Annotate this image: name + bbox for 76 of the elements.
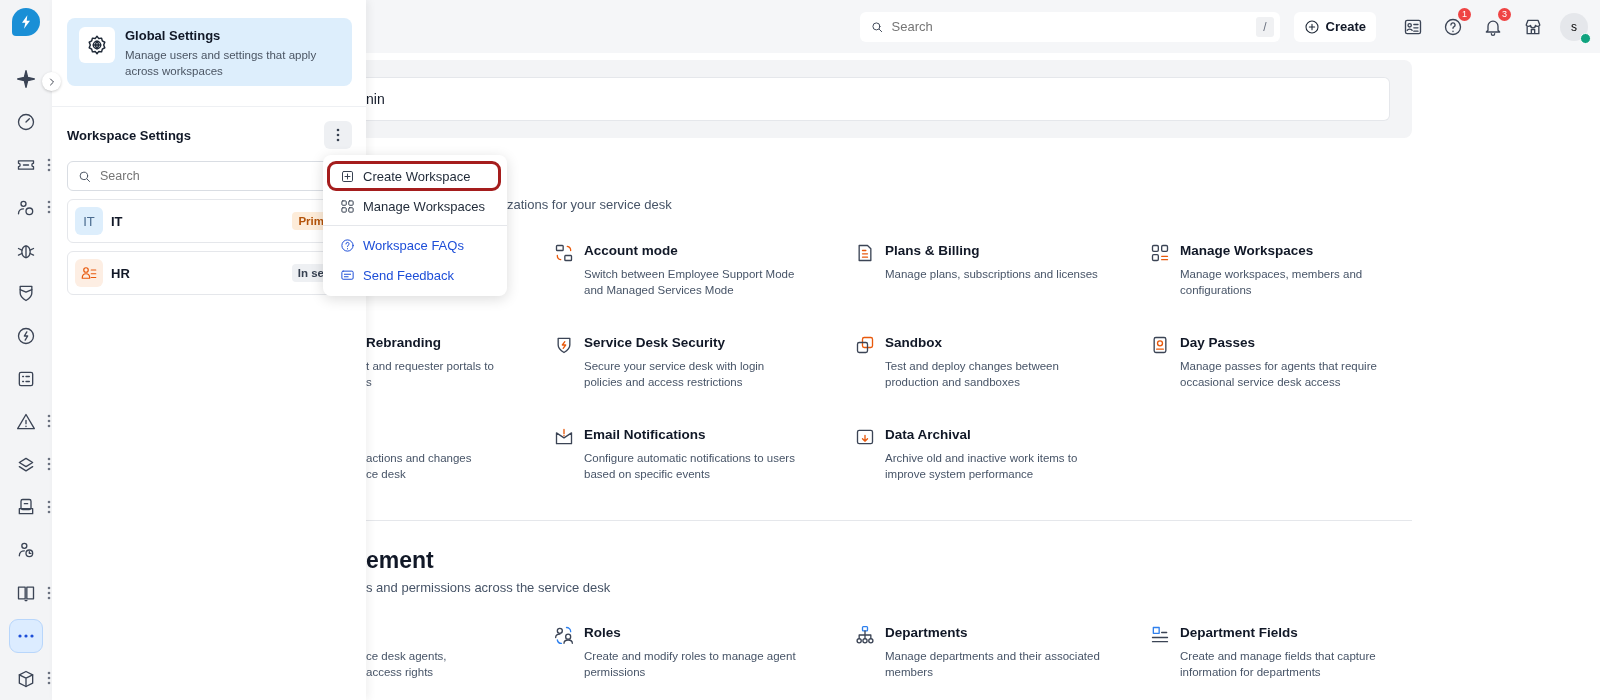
search-icon [869,19,884,34]
plus-circle-icon [1303,18,1320,35]
kebab-icon [47,200,51,215]
setting-link[interactable]: Department Fields [1180,625,1376,643]
section-description: s and permissions across the service desk [366,580,612,595]
setting-description: Manage plans, subscriptions and licenses [885,267,1098,282]
sparkle-icon [16,69,36,90]
switch-icon [554,243,574,263]
card-title: Global Settings [125,28,222,43]
card-description: Manage users and settings that apply across workspaces [125,48,318,79]
plus-square-icon [340,168,355,184]
setting-description: actions and changes ce desk [366,451,472,482]
setting-description: Manage departments and their associated members [885,649,1100,680]
kebab-icon [47,157,51,172]
setting-description: Manage passes for agents that require occasional service desk access [1180,359,1377,390]
more-icon [18,633,34,638]
setting-link[interactable]: Manage Workspaces [1180,243,1363,261]
setting-link[interactable]: Sandbox [885,335,1059,353]
org-chart-icon [855,625,875,645]
grid-icon [340,198,355,214]
warning-icon [16,411,36,432]
setting-description: Create and modify roles to manage agent permissions [584,649,796,680]
help-icon [1443,16,1463,37]
message-icon [340,267,355,283]
kebab-icon [47,671,51,686]
section-heading: ement [366,547,435,575]
setting-link[interactable]: Departments [885,625,1100,643]
shortcut-key: / [1256,16,1274,37]
setting-link[interactable]: Plans & Billing [885,243,1098,261]
setting-link[interactable]: Account mode [584,243,795,261]
setting-description: Manage workspaces, members and configurations [1180,267,1363,298]
copy-icon [855,335,875,355]
section-title: Workspace Settings [67,127,192,143]
bolt-circle-icon [16,326,36,347]
kebab-icon [336,128,340,142]
kebab-icon [47,500,51,514]
count-badge: 3 [1498,7,1511,21]
fields-icon [1150,625,1170,645]
setting-link[interactable]: Email Notifications [584,427,795,445]
workspace-name: IT [111,213,124,229]
app-logo[interactable] [12,8,40,36]
help-icon [340,237,355,253]
workspace-avatar: IT [75,207,103,235]
setting-description: Create and manage fields that capture information for departments [1180,649,1376,680]
kebab-icon [47,457,51,472]
setting-link[interactable]: Roles [584,625,796,643]
gear-globe-icon [86,34,108,56]
section-description: zations for your service desk [507,197,672,212]
kebab-icon [47,585,51,600]
kebab-icon [47,414,51,429]
search-field[interactable]: nin [366,77,1390,121]
grid-icon [1150,243,1170,263]
setting-description: Archive old and inactive work items to improve system performance [885,451,1078,482]
setting-description: Configure automatic notifications to users based on specific events [584,451,795,482]
person-list-icon [80,264,98,282]
count-badge: 1 [1458,7,1471,21]
cube-icon [16,668,36,689]
setting-description: t and requester portals to s [366,359,494,390]
global-settings-card[interactable]: Global Settings Manage users and settings that apply across workspaces [67,18,352,86]
workspace-name: HR [111,265,131,281]
search-field[interactable]: Search / [859,11,1280,42]
setting-link[interactable]: Rebranding [366,335,494,353]
setting-description: Test and deploy changes between production and sandboxes [885,359,1059,390]
archive-icon [855,427,875,447]
menu-item[interactable]: Create Workspace [327,161,501,191]
roles-icon [554,625,574,645]
setting-description: Secure your service desk with login policies and access restrictions [584,359,765,390]
setting-link[interactable]: Data Archival [885,427,1078,445]
gauge-icon [16,112,36,133]
setting-link[interactable]: Day Passes [1180,335,1377,353]
mail-alert-icon [554,427,574,447]
setting-link[interactable]: Service Desk Security [584,335,765,353]
setting-description: Switch between Employee Support Mode and Managed Services Mode [584,267,795,298]
setting-description: ce desk agents, access rights [366,649,447,680]
create-button[interactable]: Create [1293,11,1376,42]
user-avatar[interactable]: s [1560,12,1588,41]
